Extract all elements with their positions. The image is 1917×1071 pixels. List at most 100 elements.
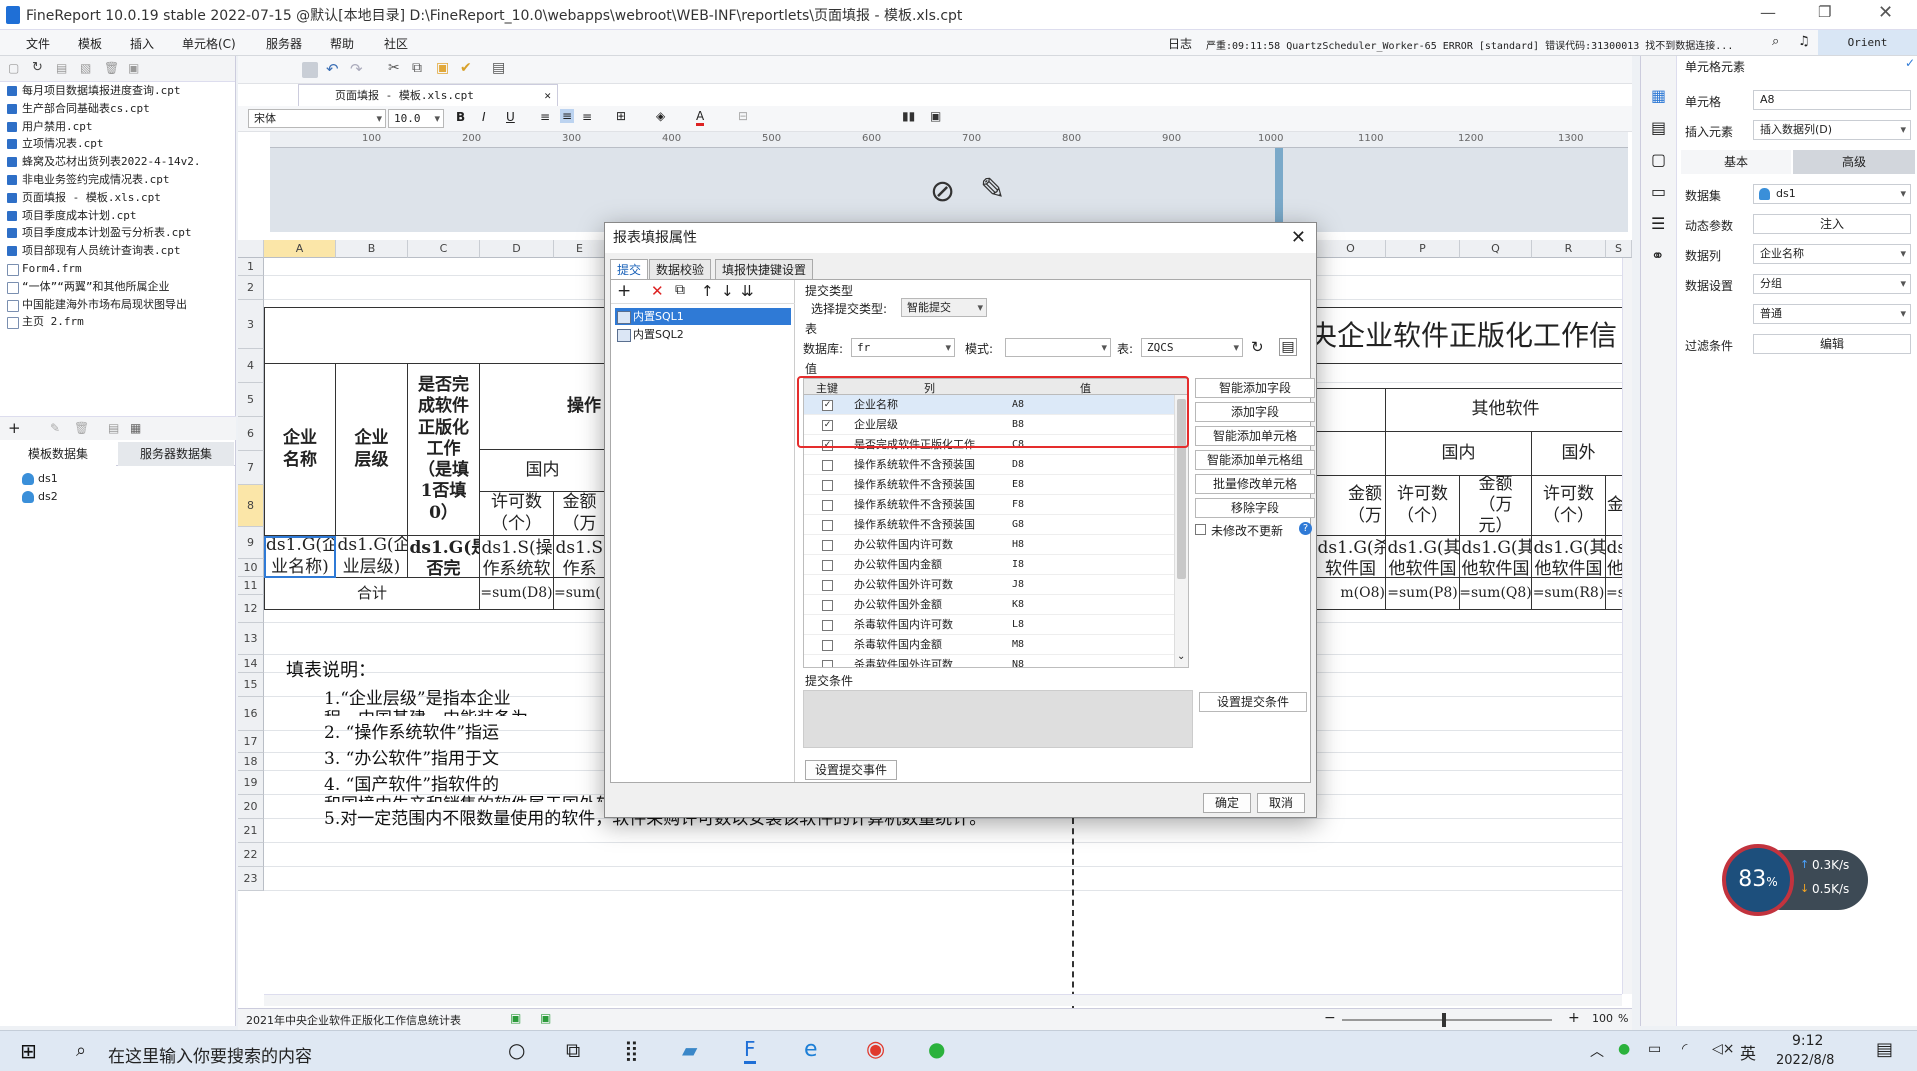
header-q-amount[interactable]: 金额（万元） <box>1460 476 1532 536</box>
menu-help[interactable]: 帮助 <box>330 35 354 52</box>
network-monitor-widget[interactable]: 83% ↑ 0.3K/s ↓ 0.5K/s <box>1722 844 1872 936</box>
menu-server[interactable]: 服务器 <box>266 35 302 52</box>
refresh-table-icon[interactable]: ↻ <box>1251 338 1264 356</box>
ime-indicator[interactable]: 英 <box>1740 1040 1756 1064</box>
minimize-button[interactable]: — <box>1760 3 1776 22</box>
sql-item-2[interactable]: 内置SQL2 <box>615 326 791 343</box>
file-item[interactable]: 项目季度成本计划盈亏分析表.cpt <box>0 224 236 242</box>
log-button[interactable]: 日志 <box>1168 35 1192 52</box>
start-icon[interactable]: ⊞ <box>20 1039 37 1063</box>
primary-key-checkbox[interactable] <box>822 640 833 651</box>
col-header-b[interactable]: B <box>336 240 408 258</box>
zoom-out-button[interactable]: − <box>1324 1010 1336 1026</box>
corner-cell[interactable] <box>238 240 264 258</box>
lock-icon[interactable]: ▣ <box>128 61 139 75</box>
taskbar-search-icon[interactable]: ⌕ <box>76 1040 86 1061</box>
field-row[interactable]: 办公软件国内许可数 H8 <box>804 535 1174 555</box>
col-header-a[interactable]: A <box>264 240 336 258</box>
file-item[interactable]: 生产部合同基础表cs.cpt <box>0 100 236 118</box>
row-header[interactable]: 1 <box>238 258 264 276</box>
row-header[interactable]: 11 <box>238 577 264 595</box>
widget-icon[interactable]: ▭ <box>1651 182 1666 201</box>
field-row[interactable]: 杀毒软件国外许可数 N8 <box>804 655 1174 667</box>
save-icon[interactable] <box>302 62 318 78</box>
paste-icon[interactable]: ▣ <box>436 60 449 76</box>
pin-icon[interactable]: ✓ <box>1905 56 1915 70</box>
font-size-select[interactable]: 10.0 <box>388 109 444 128</box>
tab-data-validation[interactable]: 数据校验 <box>649 259 712 279</box>
col-header-e[interactable]: E <box>554 240 606 258</box>
set-condition-button[interactable]: 设置提交条件 <box>1199 692 1307 712</box>
cell-element-icon[interactable]: ▦ <box>1651 86 1666 105</box>
tray-volume-icon[interactable]: ◁× <box>1712 1041 1735 1057</box>
cell-r8[interactable]: ds1.G(其他软件国 <box>1532 536 1606 578</box>
field-row[interactable]: 操作系统软件不含预装国 D8 <box>804 455 1174 475</box>
cell-a8[interactable]: ds1.G(企业名称) <box>264 536 336 578</box>
tray-battery-icon[interactable]: ▭ <box>1648 1041 1661 1057</box>
new-folder-icon[interactable]: ▢ <box>8 61 19 75</box>
cell-o9[interactable]: m(O8) <box>1316 578 1386 610</box>
schema-select[interactable] <box>1005 338 1111 357</box>
underline-icon[interactable]: U <box>506 110 515 124</box>
remove-field-button[interactable]: 移除字段 <box>1195 498 1315 518</box>
file-item[interactable]: 页面填报 - 模板.xls.cpt <box>0 189 236 207</box>
tray-chevron-icon[interactable]: ︿ <box>1590 1041 1604 1061</box>
condition-area[interactable] <box>803 690 1193 748</box>
cut-icon[interactable]: ✂ <box>388 60 400 76</box>
file-item[interactable]: 非电业务签约完成情况表.cpt <box>0 171 236 189</box>
header-o-cont[interactable] <box>1316 388 1386 432</box>
table-preview-icon[interactable]: ▤ <box>1279 338 1297 356</box>
header-o-amount[interactable]: 金额（万 <box>1316 476 1386 536</box>
cell-p9[interactable]: =sum(P8) <box>1386 578 1460 610</box>
col-header-p[interactable]: P <box>1386 240 1460 258</box>
field-row[interactable]: 办公软件国外金额 K8 <box>804 595 1174 615</box>
float-element-icon[interactable]: ▢ <box>1651 150 1666 169</box>
align-center-icon[interactable]: ≡ <box>560 109 575 123</box>
italic-icon[interactable]: I <box>482 110 486 124</box>
file-item[interactable]: “一体”“两翼”和其他所属企业 <box>0 278 236 296</box>
file-item[interactable]: 项目季度成本计划.cpt <box>0 207 236 225</box>
cell-p8[interactable]: ds1.G(其他软件国 <box>1386 536 1460 578</box>
add-poly-sheet-icon[interactable]: ▣ <box>540 1011 551 1025</box>
tab-submit[interactable]: 提交 <box>610 259 649 279</box>
vertical-scrollbar[interactable] <box>1622 258 1632 994</box>
close-window-button[interactable]: ✕ <box>1878 2 1893 23</box>
cell-b8[interactable]: ds1.G(企业层级) <box>336 536 408 578</box>
file-item[interactable]: 用户禁用.cpt <box>0 118 236 136</box>
bell-icon[interactable]: ♫ <box>1798 34 1810 49</box>
maximize-button[interactable]: ❐ <box>1818 3 1831 21</box>
convert-dataset-icon[interactable]: ▦ <box>130 421 141 435</box>
primary-key-checkbox[interactable] <box>822 480 833 491</box>
menu-insert[interactable]: 插入 <box>130 35 154 52</box>
header-d-license[interactable]: 许可数（个） <box>480 492 554 536</box>
row-header[interactable]: 7 <box>238 451 264 485</box>
align-right-icon[interactable]: ≡ <box>582 110 592 124</box>
image-icon[interactable]: ▣ <box>930 109 941 123</box>
menu-file[interactable]: 文件 <box>26 35 50 52</box>
fill-color-icon[interactable]: ◈ <box>656 109 665 123</box>
row-header[interactable]: 20 <box>238 795 264 819</box>
menu-template[interactable]: 模板 <box>78 35 102 52</box>
row-header[interactable]: 19 <box>238 771 264 795</box>
filter-edit-button[interactable]: 编辑 <box>1753 334 1911 354</box>
data-setting-mode-select[interactable]: 普通 <box>1753 304 1911 324</box>
smart-add-field-button[interactable]: 智能添加字段 <box>1195 378 1315 398</box>
header-r-license[interactable]: 许可数（个） <box>1532 476 1606 536</box>
preview-dataset-icon[interactable]: ▤ <box>108 421 119 435</box>
primary-key-checkbox[interactable] <box>822 460 833 471</box>
hide-eye-icon[interactable]: ⊘ <box>930 174 955 209</box>
cell-c8[interactable]: ds1.G(是否完 <box>408 536 480 578</box>
add-sql-icon[interactable]: + <box>617 281 631 301</box>
cell-e8[interactable]: ds1.S(操作系统 <box>554 536 606 578</box>
tab-server-dataset[interactable]: 服务器数据集 <box>118 442 234 466</box>
row-header[interactable]: 22 <box>238 843 264 867</box>
task-view-icon[interactable]: ⧉ <box>566 1038 580 1062</box>
tray-network-icon[interactable]: ◜ <box>1682 1041 1687 1057</box>
col-header-r[interactable]: R <box>1532 240 1606 258</box>
cell-d8[interactable]: ds1.S(操作系统软 <box>480 536 554 578</box>
bold-icon[interactable]: B <box>456 110 465 124</box>
no-update-checkbox[interactable] <box>1195 524 1206 535</box>
header-done[interactable]: 是否完成软件正版化工作（是填1否填0） <box>408 364 480 536</box>
row-header[interactable]: 6 <box>238 417 264 451</box>
merge-icon[interactable]: ⊟ <box>738 109 748 123</box>
